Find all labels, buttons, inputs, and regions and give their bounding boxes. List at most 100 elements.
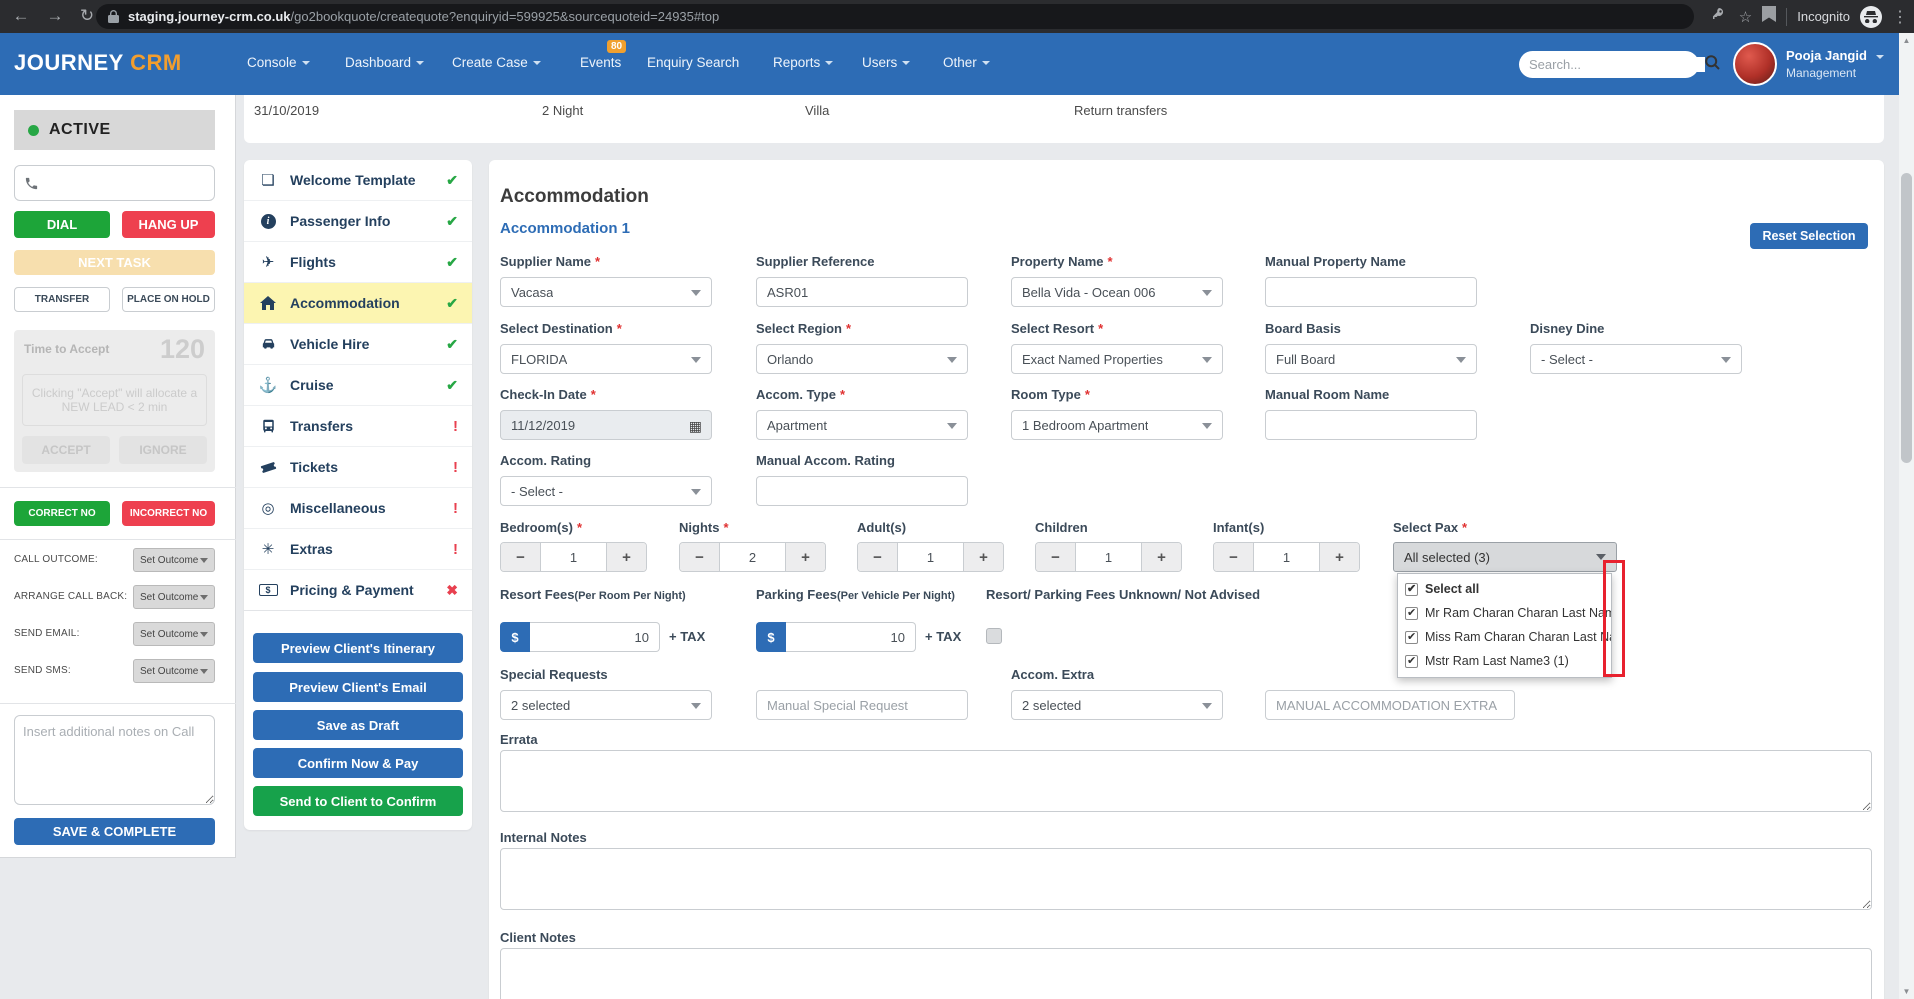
menu-item-pricing-payment[interactable]: $ Pricing & Payment ✖	[244, 570, 472, 611]
menu-item-extras[interactable]: ✳ Extras !	[244, 529, 472, 570]
phone-input[interactable]	[46, 176, 205, 191]
brand-logo[interactable]: JOURNEY CRM	[14, 50, 182, 76]
nav-other[interactable]: Other	[943, 55, 990, 70]
manual-accom-rating-input[interactable]	[767, 484, 957, 499]
checkin-date-field[interactable]: 11/12/2019▦	[500, 410, 712, 440]
star-icon[interactable]: ☆	[1739, 8, 1752, 26]
incorrect-no-button[interactable]: INCORRECT NO	[122, 501, 215, 526]
correct-no-button[interactable]: CORRECT NO	[14, 501, 110, 526]
select-resort-select[interactable]: Exact Named Properties	[1011, 344, 1223, 374]
nav-users[interactable]: Users	[862, 55, 910, 70]
call-outcome-select[interactable]: Set Outcome	[133, 548, 215, 572]
scrollbar[interactable]: ▲ ▼	[1899, 33, 1914, 999]
ignore-button[interactable]: IGNORE	[119, 436, 207, 464]
manual-room-name-input[interactable]	[1276, 418, 1466, 433]
search-input[interactable]	[1529, 57, 1705, 72]
nav-create-case[interactable]: Create Case	[452, 55, 541, 70]
plus-button[interactable]: +	[1141, 543, 1181, 571]
send-email-select[interactable]: Set Outcome	[133, 622, 215, 646]
scroll-down-icon[interactable]: ▼	[1899, 984, 1914, 999]
menu-item-miscellaneous[interactable]: ◎ Miscellaneous !	[244, 488, 472, 529]
fees-unknown-checkbox[interactable]	[986, 628, 1002, 644]
board-basis-select[interactable]: Full Board	[1265, 344, 1477, 374]
menu-item-vehicle-hire[interactable]: Vehicle Hire ✔	[244, 324, 472, 365]
manual-accommodation-extra-input[interactable]	[1276, 698, 1504, 713]
confirm-now-pay-button[interactable]: Confirm Now & Pay	[253, 748, 463, 778]
hang-up-button[interactable]: HANG UP	[122, 211, 215, 238]
select-region-select[interactable]: Orlando	[756, 344, 968, 374]
browser-menu-icon[interactable]: ⋮	[1892, 7, 1908, 27]
pax-option[interactable]: Mr Ram Charan Charan Last Name	[1405, 603, 1611, 623]
arrange-callback-select[interactable]: Set Outcome	[133, 585, 215, 609]
manual-property-name-input[interactable]	[1276, 285, 1466, 300]
checkbox-checked-icon[interactable]	[1405, 607, 1418, 620]
minus-button[interactable]: −	[1214, 543, 1254, 571]
back-icon[interactable]: ←	[8, 3, 34, 29]
preview-email-button[interactable]: Preview Client's Email	[253, 672, 463, 702]
parking-fees-input[interactable]	[786, 622, 916, 652]
transfer-button[interactable]: TRANSFER	[14, 287, 110, 312]
scroll-up-icon[interactable]: ▲	[1899, 33, 1914, 48]
select-pax-select[interactable]: All selected (3)	[1393, 542, 1617, 572]
nav-console[interactable]: Console	[247, 55, 310, 70]
place-on-hold-button[interactable]: PLACE ON HOLD	[122, 287, 215, 312]
menu-item-accommodation[interactable]: Accommodation ✔	[244, 283, 472, 324]
menu-item-tickets[interactable]: Tickets !	[244, 447, 472, 488]
room-type-select[interactable]: 1 Bedroom Apartment	[1011, 410, 1223, 440]
extension-icon[interactable]	[1762, 6, 1776, 27]
reset-selection-button[interactable]: Reset Selection	[1750, 223, 1868, 249]
disney-dine-select[interactable]: - Select -	[1530, 344, 1742, 374]
checkbox-checked-icon[interactable]	[1405, 655, 1418, 668]
nav-dashboard[interactable]: Dashboard	[345, 55, 424, 70]
send-to-client-button[interactable]: Send to Client to Confirm	[253, 786, 463, 816]
search-icon[interactable]	[1705, 55, 1720, 75]
pax-option[interactable]: Miss Ram Charan Charan Last Nam	[1405, 627, 1611, 647]
avatar[interactable]	[1733, 42, 1777, 86]
client-notes-textarea[interactable]	[500, 948, 1872, 999]
user-name[interactable]: Pooja Jangid	[1786, 48, 1884, 63]
resort-fees-input[interactable]	[530, 622, 660, 652]
accom-type-select[interactable]: Apartment	[756, 410, 968, 440]
forward-icon[interactable]: →	[42, 3, 68, 29]
special-requests-select[interactable]: 2 selected	[500, 690, 712, 720]
minus-button[interactable]: −	[1036, 543, 1076, 571]
accom-rating-select[interactable]: - Select -	[500, 476, 712, 506]
address-bar[interactable]: staging.journey-crm.co.uk/go2bookquote/c…	[96, 4, 1694, 29]
call-notes-textarea[interactable]	[14, 715, 215, 805]
next-task-button[interactable]: NEXT TASK	[14, 250, 215, 275]
minus-button[interactable]: −	[858, 543, 898, 571]
menu-item-welcome-template[interactable]: ❏ Welcome Template ✔	[244, 160, 472, 201]
property-name-select[interactable]: Bella Vida - Ocean 006	[1011, 277, 1223, 307]
select-destination-select[interactable]: FLORIDA	[500, 344, 712, 374]
menu-item-transfers[interactable]: Transfers !	[244, 406, 472, 447]
pax-option-select-all[interactable]: Select all	[1405, 579, 1611, 599]
scrollbar-thumb[interactable]	[1901, 173, 1912, 463]
menu-item-flights[interactable]: ✈ Flights ✔	[244, 242, 472, 283]
nav-events[interactable]: Events	[580, 55, 621, 70]
nav-reports[interactable]: Reports	[773, 55, 833, 70]
minus-button[interactable]: −	[680, 543, 720, 571]
checkbox-checked-icon[interactable]	[1405, 583, 1418, 596]
supplier-reference-input[interactable]	[767, 285, 957, 300]
plus-button[interactable]: +	[606, 543, 646, 571]
checkbox-checked-icon[interactable]	[1405, 631, 1418, 644]
nav-enquiry-search[interactable]: Enquiry Search	[647, 55, 739, 70]
preview-itinerary-button[interactable]: Preview Client's Itinerary	[253, 633, 463, 663]
save-draft-button[interactable]: Save as Draft	[253, 710, 463, 740]
pax-option[interactable]: Mstr Ram Last Name3 (1)	[1405, 651, 1611, 671]
plus-button[interactable]: +	[963, 543, 1003, 571]
send-sms-select[interactable]: Set Outcome	[133, 659, 215, 683]
accept-button[interactable]: ACCEPT	[22, 436, 110, 464]
save-complete-button[interactable]: SAVE & COMPLETE	[14, 818, 215, 845]
plus-button[interactable]: +	[785, 543, 825, 571]
accom-extra-select[interactable]: 2 selected	[1011, 690, 1223, 720]
dial-button[interactable]: DIAL	[14, 211, 110, 238]
menu-item-cruise[interactable]: ⚓ Cruise ✔	[244, 365, 472, 406]
errata-textarea[interactable]	[500, 750, 1872, 812]
key-icon[interactable]	[1713, 6, 1729, 27]
internal-notes-textarea[interactable]	[500, 848, 1872, 910]
supplier-name-select[interactable]: Vacasa	[500, 277, 712, 307]
plus-button[interactable]: +	[1319, 543, 1359, 571]
minus-button[interactable]: −	[501, 543, 541, 571]
manual-special-request-input[interactable]	[767, 698, 957, 713]
